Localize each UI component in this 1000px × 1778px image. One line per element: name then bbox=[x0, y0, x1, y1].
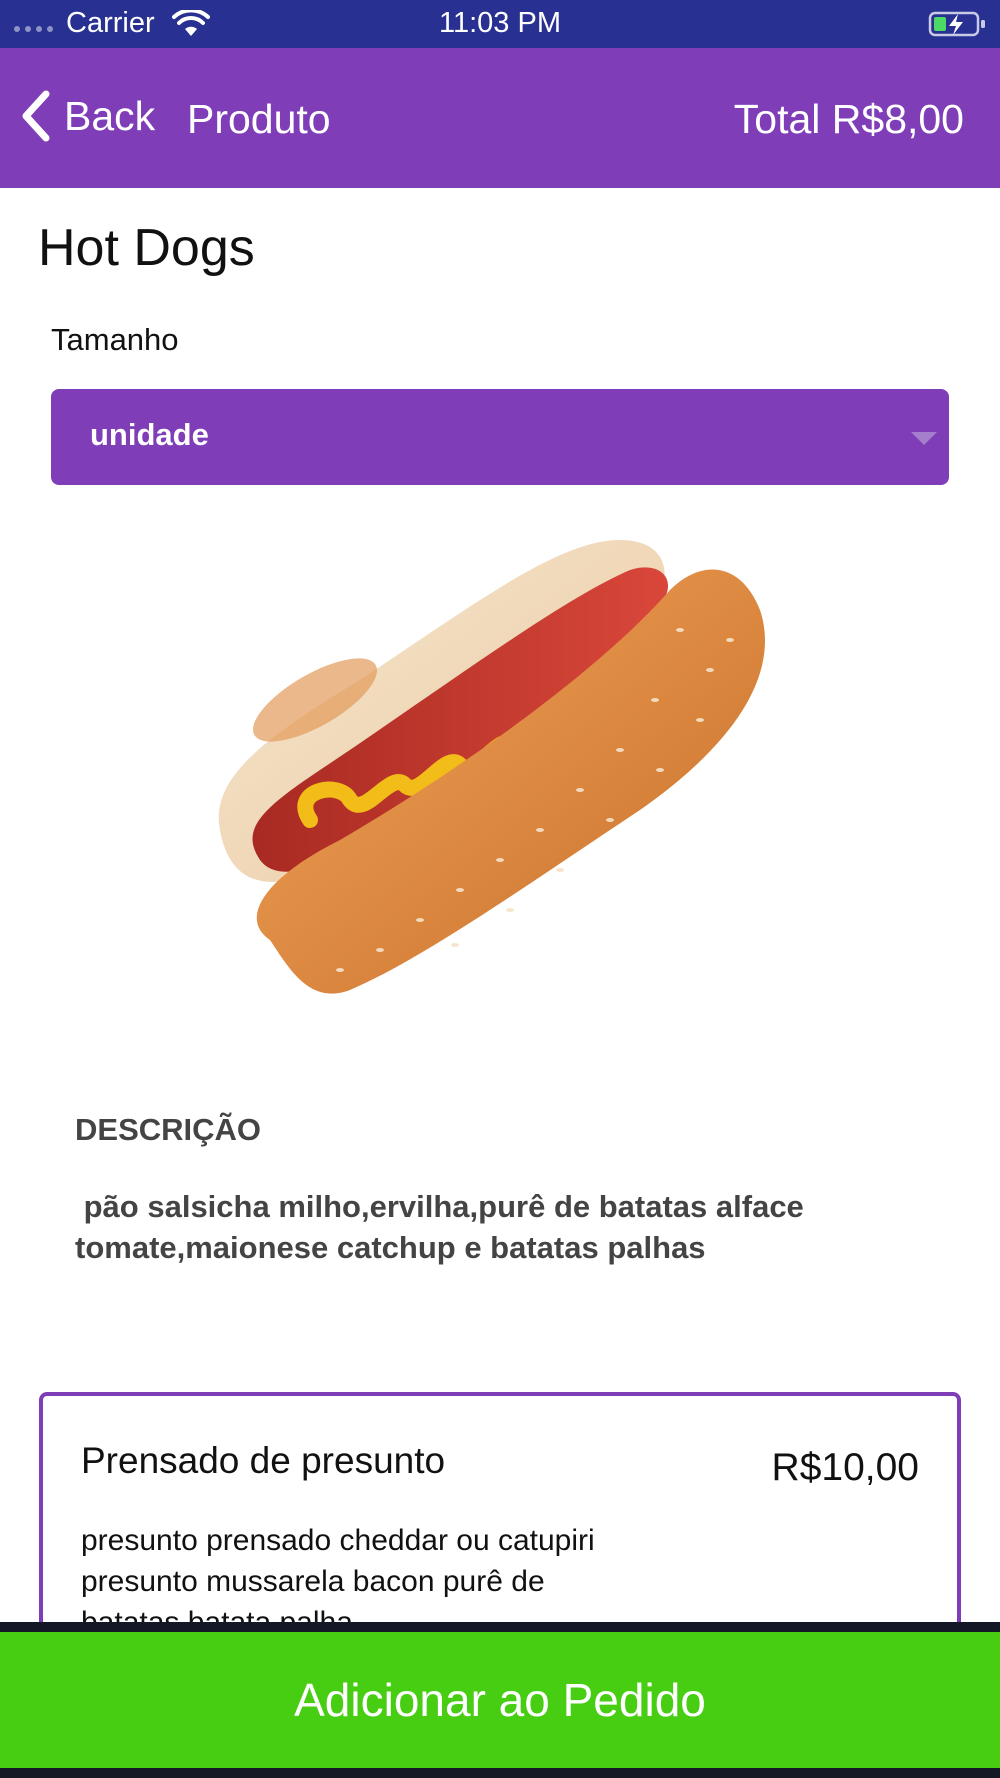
caret-down-icon bbox=[911, 432, 937, 445]
status-bar: Carrier 11:03 PM bbox=[0, 0, 1000, 48]
add-to-order-button[interactable]: Adicionar ao Pedido bbox=[0, 1632, 1000, 1768]
chevron-left-icon bbox=[22, 90, 50, 142]
product-description: pão salsicha milho,ervilha,purê de batat… bbox=[75, 1189, 813, 1265]
option-name: Prensado de presunto bbox=[81, 1440, 446, 1481]
clock: 11:03 PM bbox=[439, 7, 561, 39]
page-title: Produto bbox=[187, 96, 331, 142]
option-price: R$10,00 bbox=[771, 1446, 919, 1489]
size-label: Tamanho bbox=[51, 322, 179, 357]
back-label: Back bbox=[64, 92, 156, 139]
back-button[interactable]: Back bbox=[18, 90, 155, 142]
size-selected-value: unidade bbox=[90, 417, 209, 452]
divider bbox=[0, 1622, 1000, 1632]
description-heading: DESCRIÇÃO bbox=[75, 1112, 262, 1147]
navigation-bar: Back Produto Total R$8,00 bbox=[0, 48, 1000, 188]
product-name: Hot Dogs bbox=[38, 219, 255, 277]
battery-charging-icon bbox=[928, 11, 985, 37]
bottom-edge bbox=[0, 1768, 1000, 1778]
hot-dog-image bbox=[218, 540, 765, 994]
size-select[interactable]: unidade bbox=[51, 389, 949, 485]
order-total: Total R$8,00 bbox=[733, 96, 964, 142]
